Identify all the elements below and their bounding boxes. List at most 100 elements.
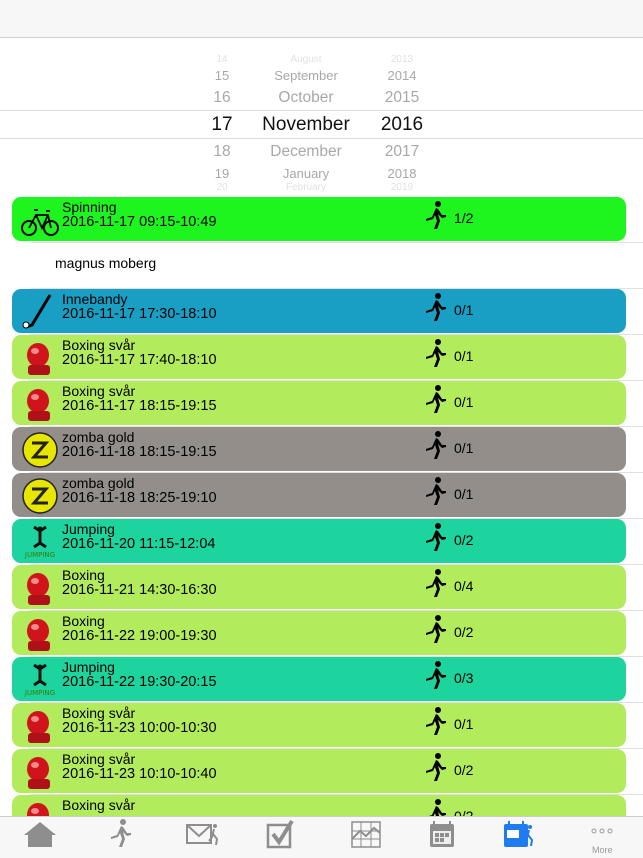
tab-calendar-runner[interactable] (498, 819, 538, 849)
activity-name: Boxing svår (62, 797, 136, 813)
picker-day-option[interactable]: 16 (213, 89, 230, 107)
runner-icon (422, 523, 448, 553)
activity-name: Boxing (62, 613, 105, 629)
participant-count: 0/1 (454, 440, 474, 456)
boxing-glove-icon (20, 799, 60, 816)
calendar-icon (422, 821, 462, 853)
tab-more[interactable] (582, 823, 622, 853)
activity-name: Jumping (62, 521, 115, 537)
runner-icon (422, 753, 448, 783)
picker-day-option[interactable]: 17 (211, 114, 232, 136)
picker-day-option[interactable]: 15 (215, 68, 229, 83)
activity-row[interactable]: Innebandy 2016-11-17 17:30-18:10 0/1 (12, 289, 626, 333)
picker-month-column[interactable]: August September October November December Ja… (262, 50, 350, 192)
picker-year-option[interactable]: 2013 (391, 54, 413, 65)
activity-time: 2016-11-23 10:00-10:30 (62, 720, 217, 736)
picker-year-option[interactable]: 2016 (381, 114, 423, 136)
activity-row[interactable]: Boxing svår 2016-11-23 10:10-10:40 0/2 (12, 749, 626, 793)
participant-count: 1/2 (454, 210, 474, 226)
more-dots-icon (582, 823, 622, 840)
activity-name: Boxing svår (62, 705, 136, 721)
participant-count: 0/2 (454, 808, 474, 816)
runner-icon (100, 819, 140, 853)
activity-row[interactable]: Boxing svår 2016-11-17 18:15-19:15 0/1 (12, 381, 626, 425)
activity-row[interactable]: JUMPING Jumping 2016-11-22 19:30-20:15 0… (12, 657, 626, 701)
activity-row[interactable]: Boxing svår 0/2 (12, 795, 626, 816)
activity-time: 2016-11-17 17:30-18:10 (62, 306, 217, 322)
participant-count: 0/1 (454, 716, 474, 732)
activity-name: Spinning (62, 199, 117, 215)
picker-day-column[interactable]: 14 15 16 17 18 19 20 (211, 50, 232, 192)
activity-time: 2016-11-18 18:25-19:10 (62, 490, 217, 506)
activity-time: 2016-11-17 18:15-19:15 (62, 398, 217, 414)
participant-count: 0/1 (454, 302, 474, 318)
participant-count: 0/2 (454, 762, 474, 778)
activity-row[interactable]: zomba gold 2016-11-18 18:25-19:10 0/1 (12, 473, 626, 517)
participant-count: 0/1 (454, 348, 474, 364)
participant-count: 0/1 (454, 486, 474, 502)
picker-year-option[interactable]: 2019 (391, 182, 413, 192)
activity-time: 2016-11-17 09:15-10:49 (62, 214, 217, 230)
date-picker[interactable]: 14 15 16 17 18 19 20 August September October Nov… (0, 50, 643, 192)
runner-icon (422, 799, 448, 816)
activity-name: Innebandy (62, 291, 128, 307)
activity-time: 2016-11-21 14:30-16:30 (62, 582, 217, 598)
picker-year-option[interactable]: 2017 (385, 143, 419, 161)
tab-checkbox[interactable] (260, 819, 300, 849)
jumping-icon: JUMPING (20, 661, 60, 699)
picker-selection-bottom-line (0, 138, 643, 139)
activity-row[interactable]: Boxing svår 2016-11-23 10:00-10:30 0/1 (12, 703, 626, 747)
svg-text:JUMPING: JUMPING (24, 689, 55, 697)
picker-month-option[interactable]: September (274, 68, 338, 83)
picker-month-option[interactable]: January (283, 166, 329, 181)
picker-month-option[interactable]: February (286, 182, 326, 192)
picker-month-option[interactable]: August (290, 54, 321, 65)
activity-name: Boxing svår (62, 383, 136, 399)
runner-icon (422, 707, 448, 737)
boxing-glove-icon (20, 339, 60, 377)
activity-time: 2016-11-17 17:40-18:10 (62, 352, 217, 368)
picker-day-option[interactable]: 20 (216, 182, 227, 192)
tab-home[interactable] (20, 819, 60, 849)
runner-icon (422, 293, 448, 323)
participant-count: 0/2 (454, 624, 474, 640)
boxing-glove-icon (20, 569, 60, 607)
zumba-icon (20, 431, 60, 469)
tab-bar: More (0, 816, 643, 858)
group-header-label: magnus moberg (55, 255, 157, 271)
picker-month-option[interactable]: November (262, 114, 350, 136)
picker-month-option[interactable]: December (270, 143, 342, 161)
floorball-stick-icon (20, 293, 60, 331)
tab-mail-runner[interactable] (184, 819, 224, 849)
activity-row[interactable]: Spinning 2016-11-17 09:15-10:49 1/2 (12, 197, 626, 241)
activity-row[interactable]: zomba gold 2016-11-18 18:15-19:15 0/1 (12, 427, 626, 471)
picker-year-option[interactable]: 2018 (388, 166, 417, 181)
checkbox-icon (260, 819, 300, 853)
runner-icon (422, 385, 448, 415)
boxing-glove-icon (20, 753, 60, 791)
activity-row[interactable]: JUMPING Jumping 2016-11-20 11:15-12:04 0… (12, 519, 626, 563)
picker-day-option[interactable]: 19 (215, 166, 229, 181)
activity-list[interactable]: Spinning 2016-11-17 09:15-10:49 1/2 magnu… (0, 197, 643, 816)
activity-row[interactable]: Boxing 2016-11-22 19:00-19:30 0/2 (12, 611, 626, 655)
tab-chart[interactable] (346, 819, 386, 849)
home-icon (20, 822, 60, 853)
tab-calendar[interactable] (422, 819, 462, 849)
runner-icon (422, 569, 448, 599)
activity-name: Boxing svår (62, 751, 136, 767)
picker-year-option[interactable]: 2015 (385, 89, 419, 107)
runner-icon (422, 661, 448, 691)
activity-name: zomba gold (62, 429, 135, 445)
picker-day-option[interactable]: 18 (213, 143, 230, 161)
picker-year-option[interactable]: 2014 (388, 68, 417, 83)
picker-day-option[interactable]: 14 (216, 54, 227, 65)
picker-month-option[interactable]: October (278, 89, 333, 107)
activity-row[interactable]: Boxing 2016-11-21 14:30-16:30 0/4 (12, 565, 626, 609)
runner-icon (422, 431, 448, 461)
activity-row[interactable]: Boxing svår 2016-11-17 17:40-18:10 0/1 (12, 335, 626, 379)
tab-runner[interactable] (100, 819, 140, 849)
participant-count: 0/2 (454, 532, 474, 548)
picker-year-column[interactable]: 2013 2014 2015 2016 2017 2018 2019 (381, 50, 423, 192)
svg-text:JUMPING: JUMPING (24, 551, 55, 559)
participant-count: 0/4 (454, 578, 474, 594)
